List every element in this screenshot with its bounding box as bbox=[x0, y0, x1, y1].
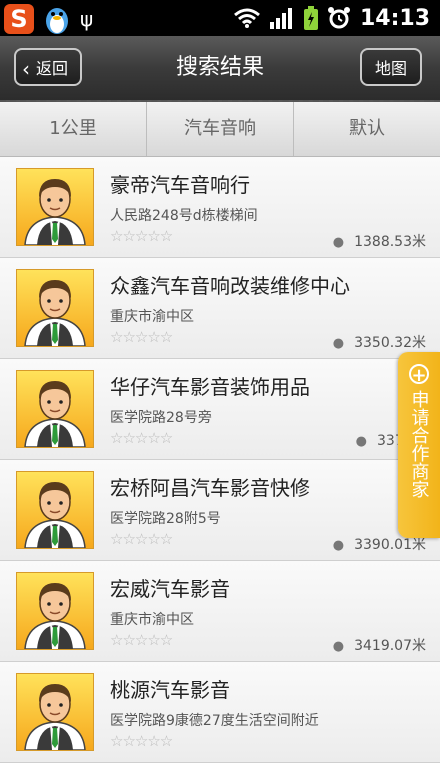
item-name: 众鑫汽车音响改装维修中心 bbox=[110, 274, 350, 298]
plus-icon: + bbox=[409, 364, 429, 385]
filter-tabs: 1公里 汽车音响 默认 bbox=[0, 102, 440, 157]
list-item[interactable]: 宏威汽车影音 重庆市渝中区 ☆☆☆☆☆ ● 3419.07米 bbox=[0, 561, 440, 662]
list-item[interactable]: 华仔汽车影音装饰用品 医学院路28号旁 ☆☆☆☆☆ ●3374.7 bbox=[0, 359, 440, 460]
person-icon bbox=[24, 280, 86, 347]
item-distance: ● 1388.53米 bbox=[333, 231, 426, 251]
avatar bbox=[16, 370, 94, 448]
wifi-icon bbox=[234, 8, 260, 28]
item-address: 医学院路28附5号 bbox=[110, 511, 221, 527]
signal-icon bbox=[269, 8, 292, 29]
clock-time: 14:13 bbox=[359, 5, 430, 31]
avatar bbox=[16, 269, 94, 347]
title-bar: 搜索结果 ‹ 返回 地图 bbox=[0, 36, 440, 102]
rating-stars: ☆☆☆☆☆ bbox=[110, 227, 173, 245]
rating-stars: ☆☆☆☆☆ bbox=[110, 530, 173, 548]
chevron-left-icon: ‹ bbox=[22, 57, 30, 81]
rating-stars: ☆☆☆☆☆ bbox=[110, 631, 173, 649]
apply-partner-tab[interactable]: + 申请合作商家 bbox=[398, 352, 440, 538]
list-item[interactable]: 宏桥阿昌汽车影音快修 医学院路28附5号 ☆☆☆☆☆ ● 3390.01米 bbox=[0, 460, 440, 561]
person-icon bbox=[24, 381, 86, 448]
item-address: 重庆市渝中区 bbox=[110, 612, 194, 628]
item-distance: ● 3419.07米 bbox=[333, 635, 426, 655]
item-address: 人民路248号d栋楼梯间 bbox=[110, 208, 258, 224]
person-icon bbox=[24, 684, 86, 751]
alarm-icon bbox=[327, 7, 350, 29]
distance-value: 3419.07米 bbox=[354, 638, 426, 654]
location-pin-icon: ● bbox=[332, 538, 345, 553]
list-item[interactable]: 桃源汽车影音 医学院路9康德27度生活空间附近 ☆☆☆☆☆ bbox=[0, 662, 440, 763]
back-button-label: 返回 bbox=[36, 59, 69, 78]
tab-category[interactable]: 汽车音响 bbox=[147, 102, 294, 156]
person-icon bbox=[24, 482, 86, 549]
item-address: 重庆市渝中区 bbox=[110, 309, 194, 325]
item-name: 宏桥阿昌汽车影音快修 bbox=[110, 476, 310, 500]
location-pin-icon: ● bbox=[332, 235, 345, 250]
item-name: 桃源汽车影音 bbox=[110, 678, 230, 702]
tab-sort[interactable]: 默认 bbox=[294, 102, 440, 156]
usb-icon: ψ bbox=[80, 7, 94, 31]
avatar bbox=[16, 572, 94, 650]
item-address: 医学院路9康德27度生活空间附近 bbox=[110, 713, 319, 729]
avatar bbox=[16, 168, 94, 246]
item-name: 华仔汽车影音装饰用品 bbox=[110, 375, 310, 399]
map-button[interactable]: 地图 bbox=[360, 48, 422, 86]
person-icon bbox=[24, 179, 86, 246]
tab-distance[interactable]: 1公里 bbox=[0, 102, 147, 156]
rating-stars: ☆☆☆☆☆ bbox=[110, 328, 173, 346]
back-button[interactable]: ‹ 返回 bbox=[14, 48, 82, 86]
result-list: 豪帝汽车音响行 人民路248号d栋楼梯间 ☆☆☆☆☆ ● 1388.53米 众鑫汽… bbox=[0, 157, 440, 763]
item-address: 医学院路28号旁 bbox=[110, 410, 212, 426]
qq-penguin-icon bbox=[46, 8, 68, 34]
avatar bbox=[16, 673, 94, 751]
item-distance: ● 3350.32米 bbox=[333, 332, 426, 352]
location-pin-icon: ● bbox=[355, 434, 367, 449]
distance-value: 3390.01米 bbox=[354, 537, 426, 553]
location-pin-icon: ● bbox=[332, 336, 345, 351]
avatar bbox=[16, 471, 94, 549]
status-bar: S ψ 14:13 bbox=[0, 0, 440, 36]
item-name: 宏威汽车影音 bbox=[110, 577, 230, 601]
sogou-icon: S bbox=[4, 4, 34, 34]
rating-stars: ☆☆☆☆☆ bbox=[110, 732, 173, 750]
rating-stars: ☆☆☆☆☆ bbox=[110, 429, 173, 447]
battery-icon bbox=[303, 6, 318, 30]
distance-value: 3350.32米 bbox=[354, 335, 426, 351]
list-item[interactable]: 众鑫汽车音响改装维修中心 重庆市渝中区 ☆☆☆☆☆ ● 3350.32米 bbox=[0, 258, 440, 359]
person-icon bbox=[24, 583, 86, 650]
list-item[interactable]: 豪帝汽车音响行 人民路248号d栋楼梯间 ☆☆☆☆☆ ● 1388.53米 bbox=[0, 157, 440, 258]
apply-partner-label: 申请合作商家 bbox=[408, 390, 430, 498]
distance-value: 1388.53米 bbox=[354, 234, 426, 250]
location-pin-icon: ● bbox=[332, 639, 345, 654]
item-name: 豪帝汽车音响行 bbox=[110, 173, 250, 197]
